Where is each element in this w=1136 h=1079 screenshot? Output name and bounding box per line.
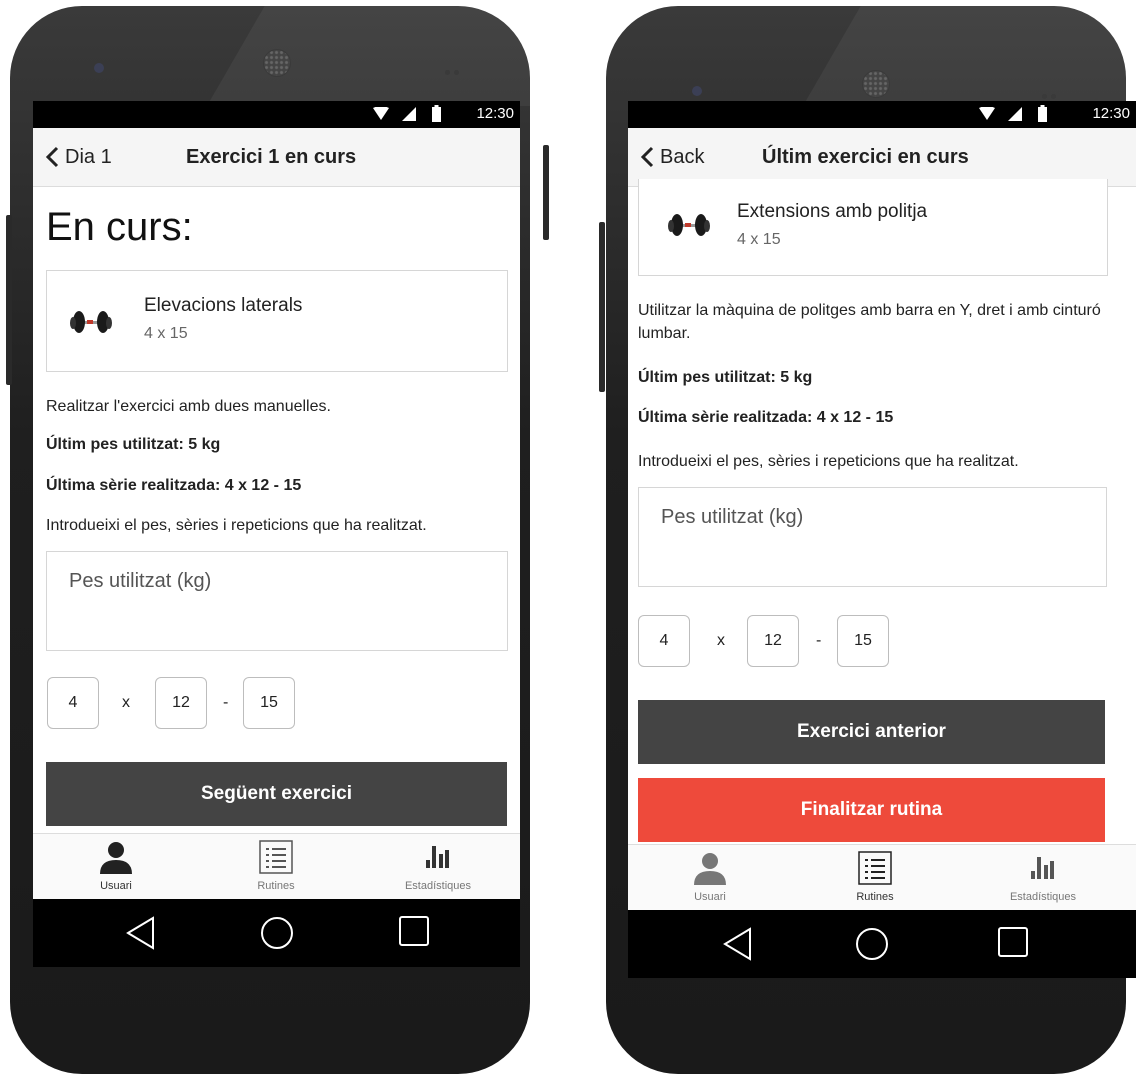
system-nav-bar bbox=[628, 910, 1136, 978]
bar-chart-icon bbox=[1031, 857, 1054, 879]
last-series: Última sèrie realitzada: 4 x 12 - 15 bbox=[46, 477, 302, 494]
tab-user[interactable]: Usuari bbox=[630, 845, 790, 911]
next-exercise-button[interactable]: Següent exercici bbox=[46, 762, 507, 826]
exercise-card[interactable]: Elevacions laterals 4 x 15 bbox=[46, 270, 508, 372]
dumbbell-icon bbox=[70, 311, 112, 333]
front-camera bbox=[94, 63, 104, 73]
reps-max-input[interactable]: 15 bbox=[243, 677, 295, 729]
weight-placeholder: Pes utilitzat (kg) bbox=[69, 570, 212, 592]
phone-right: 12:30 Back Últim exercici en curs Extens… bbox=[596, 0, 1136, 1079]
tab-stats-label: Estadístiques bbox=[1009, 891, 1077, 903]
tab-routines[interactable]: Rutines bbox=[795, 845, 955, 911]
screen: 12:30 Back Últim exercici en curs Extens… bbox=[628, 101, 1136, 978]
tab-stats[interactable]: Estadístiques bbox=[358, 834, 518, 900]
dash-separator: - bbox=[223, 694, 229, 711]
reps-min-input[interactable]: 12 bbox=[747, 615, 799, 667]
tab-user-label: Usuari bbox=[694, 891, 726, 903]
exercise-sets: 4 x 15 bbox=[737, 231, 781, 248]
front-camera bbox=[692, 86, 702, 96]
nav-back-icon[interactable] bbox=[125, 916, 157, 950]
sets-input[interactable]: 4 bbox=[47, 677, 99, 729]
user-icon bbox=[100, 842, 132, 874]
nav-back-icon[interactable] bbox=[722, 927, 754, 961]
user-icon bbox=[694, 853, 726, 885]
tab-routines-label: Rutines bbox=[856, 891, 894, 903]
bottom-tab-bar: Usuari Rutines Estadístiques bbox=[33, 833, 520, 900]
list-icon bbox=[858, 851, 892, 885]
tab-user-label: Usuari bbox=[100, 880, 132, 892]
nav-home-icon[interactable] bbox=[855, 927, 889, 961]
phone-left: 12:30 Dia 1 Exercici 1 en curs En curs: bbox=[0, 0, 549, 1079]
tab-user[interactable]: Usuari bbox=[36, 834, 196, 900]
instruction-text: Introdueixi el pes, sèries i repeticions… bbox=[46, 517, 427, 534]
reps-max-input[interactable]: 15 bbox=[837, 615, 889, 667]
earpiece-speaker bbox=[862, 70, 890, 98]
dash-separator: - bbox=[816, 632, 822, 649]
tab-routines[interactable]: Rutines bbox=[196, 834, 356, 900]
previous-exercise-button[interactable]: Exercici anterior bbox=[638, 700, 1105, 764]
bottom-tab-bar: Usuari Rutines Estadístiques bbox=[628, 844, 1136, 911]
exercise-description: Realitzar l'exercici amb dues manuelles. bbox=[46, 398, 331, 415]
list-icon bbox=[259, 840, 293, 874]
last-weight: Últim pes utilitzat: 5 kg bbox=[638, 369, 813, 386]
reps-min-input[interactable]: 12 bbox=[155, 677, 207, 729]
finish-routine-button[interactable]: Finalitzar rutina bbox=[638, 778, 1105, 842]
proximity-sensor bbox=[1042, 86, 1060, 99]
sets-input[interactable]: 4 bbox=[638, 615, 690, 667]
bar-chart-icon bbox=[426, 846, 449, 868]
nav-home-icon[interactable] bbox=[260, 916, 294, 950]
tab-stats[interactable]: Estadístiques bbox=[963, 845, 1123, 911]
earpiece-speaker bbox=[263, 49, 291, 77]
weight-placeholder: Pes utilitzat (kg) bbox=[661, 506, 804, 528]
section-heading: En curs: bbox=[46, 205, 193, 249]
exercise-sets: 4 x 15 bbox=[144, 325, 188, 342]
last-weight: Últim pes utilitzat: 5 kg bbox=[46, 436, 221, 453]
times-separator: x bbox=[122, 694, 130, 711]
tab-routines-label: Rutines bbox=[257, 880, 295, 892]
exercise-description: Utilitzar la màquina de politges amb bar… bbox=[638, 302, 1101, 342]
exercise-card[interactable]: Extensions amb politja 4 x 15 bbox=[638, 179, 1108, 276]
times-separator: x bbox=[717, 632, 725, 649]
tab-stats-label: Estadístiques bbox=[404, 880, 472, 892]
nav-recents-icon[interactable] bbox=[998, 927, 1028, 957]
exercise-name: Extensions amb politja bbox=[737, 201, 928, 222]
weight-input[interactable]: Pes utilitzat (kg) bbox=[638, 487, 1107, 587]
proximity-sensor bbox=[445, 62, 463, 75]
nav-recents-icon[interactable] bbox=[399, 916, 429, 946]
last-series: Última sèrie realitzada: 4 x 12 - 15 bbox=[638, 409, 894, 426]
dumbbell-icon bbox=[668, 214, 710, 236]
system-nav-bar bbox=[33, 899, 520, 967]
screen: 12:30 Dia 1 Exercici 1 en curs En curs: bbox=[33, 101, 520, 967]
instruction-text: Introdueixi el pes, sèries i repeticions… bbox=[638, 453, 1019, 470]
exercise-name: Elevacions laterals bbox=[144, 295, 303, 316]
weight-input[interactable]: Pes utilitzat (kg) bbox=[46, 551, 508, 651]
